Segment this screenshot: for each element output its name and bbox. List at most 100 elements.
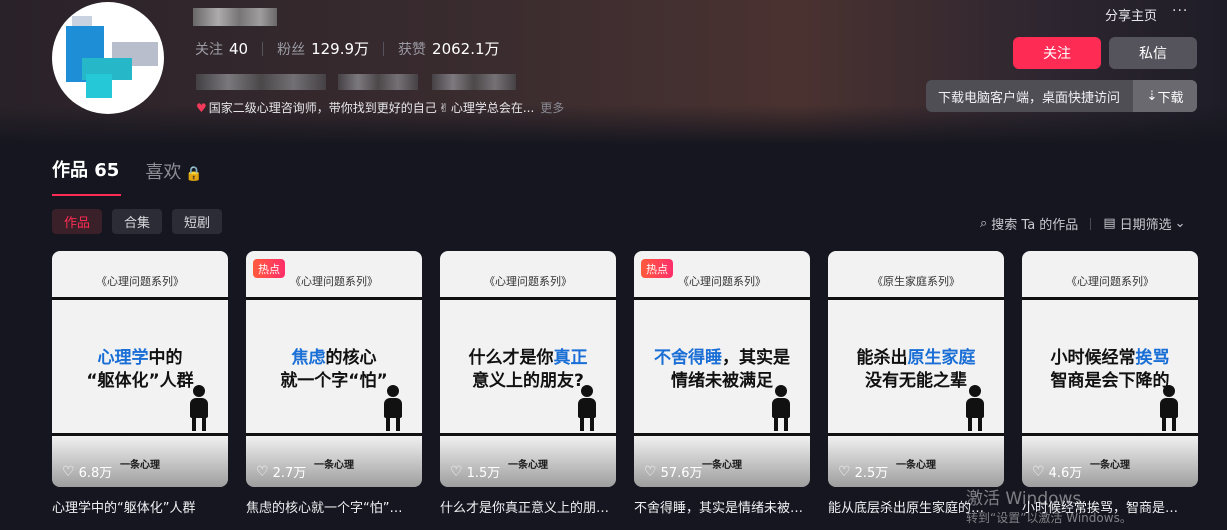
divider (52, 297, 228, 300)
download-client-text: 下载电脑客户端，桌面快捷访问 (938, 90, 1121, 106)
video-card[interactable]: 《心理问题系列》什么才是你真正意义上的朋友?一条心理♡1.5万什么才是你真正意义… (440, 251, 616, 516)
video-thumbnail[interactable]: 《心理问题系列》小时候经常挨骂智商是会下降的一条心理♡4.6万 (1022, 251, 1198, 487)
date-filter-button[interactable]: 日期筛选 (1120, 214, 1172, 233)
follow-button[interactable]: 关注 (1013, 37, 1101, 69)
video-likes: ♡ 2.7万 (256, 462, 307, 482)
divider (246, 297, 422, 300)
works-toolbar: ⌕ 搜索 Ta 的作品 ▤ 日期筛选 ⌄ (980, 214, 1186, 233)
video-card[interactable]: 热点《心理问题系列》焦虑的核心就一个字“怕”一条心理♡2.7万焦虑的核心就一个字… (246, 251, 422, 516)
thumbnail-headline: 不舍得睡，其实是 (654, 348, 790, 368)
following-count[interactable]: 40 (229, 40, 248, 58)
download-icon: ⇣ (1146, 88, 1158, 104)
video-caption[interactable]: 不舍得睡，其实是情绪未被满足… (634, 497, 810, 516)
share-profile-button[interactable]: 分享主页 (1105, 5, 1157, 24)
windows-activation-hint: 转到“设置”以激活 Windows。 (966, 511, 1132, 525)
id-blurred (432, 74, 516, 90)
person-silhouette-icon (184, 385, 214, 431)
following-label: 关注 (195, 41, 223, 58)
divider (383, 41, 385, 56)
person-silhouette-icon (766, 385, 796, 431)
divider (440, 297, 616, 300)
series-label: 《心理问题系列》 (290, 275, 378, 288)
video-thumbnail[interactable]: 《心理问题系列》什么才是你真正意义上的朋友?一条心理♡1.5万 (440, 251, 616, 487)
video-caption[interactable]: 什么才是你真正意义上的朋友… (440, 497, 616, 516)
bio-more-link[interactable]: 更多 (540, 99, 564, 116)
heart-outline-icon: ♡ (1032, 463, 1045, 480)
series-label: 《原生家庭系列》 (872, 275, 960, 288)
followers-label: 粉丝 (277, 41, 306, 58)
more-options-icon[interactable]: ··· (1172, 3, 1188, 19)
person-silhouette-icon (572, 385, 602, 431)
video-grid: 《心理问题系列》心理学中的“躯体化”人群一条心理♡6.8万心理学中的“躯体化”人… (52, 251, 1216, 516)
series-label: 《心理问题系列》 (678, 275, 766, 288)
lock-icon: 🔒 (185, 166, 203, 182)
person-silhouette-icon (960, 385, 990, 431)
likes-label: 获赞 (398, 41, 427, 58)
chevron-down-icon: ⌄ (1174, 216, 1186, 231)
video-likes: ♡ 4.6万 (1032, 462, 1083, 482)
tab-likes[interactable]: 喜欢 🔒 (145, 158, 202, 196)
video-thumbnail[interactable]: 《原生家庭系列》能杀出原生家庭没有无能之辈一条心理♡2.5万 (828, 251, 1004, 487)
heart-outline-icon: ♡ (450, 463, 463, 480)
like-count: 2.7万 (272, 466, 307, 481)
avatar[interactable] (52, 2, 164, 114)
windows-activation-watermark: 激活 Windows (966, 489, 1082, 509)
video-thumbnail[interactable]: 热点《心理问题系列》不舍得睡，其实是情绪未被满足一条心理♡57.6万 (634, 251, 810, 487)
message-button[interactable]: 私信 (1109, 37, 1197, 69)
download-button-label: 下载 (1157, 90, 1184, 106)
filter-collections[interactable]: 合集 (112, 209, 163, 234)
id-blurred (338, 74, 418, 90)
video-likes: ♡ 1.5万 (450, 462, 501, 482)
profile-tabs: 作品 65 喜欢 🔒 (52, 156, 203, 196)
like-count: 2.5万 (854, 466, 889, 481)
bio-text: 国家二级心理咨询师，带你找到更好的自己 (208, 101, 437, 115)
thumbnail-headline: 小时候经常挨骂 (1050, 348, 1170, 368)
like-count: 57.6万 (660, 466, 703, 481)
heart-icon: ♥ (196, 100, 207, 115)
tab-likes-label: 喜欢 (145, 162, 182, 183)
search-icon: ⌕ (980, 216, 988, 231)
divider (634, 297, 810, 300)
download-button[interactable]: ⇣ 下载 (1133, 80, 1197, 112)
heart-outline-icon: ♡ (644, 463, 657, 480)
thumbnail-headline: 心理学中的 (97, 348, 183, 368)
like-count: 1.5万 (466, 466, 501, 481)
username-blurred (193, 8, 277, 26)
download-client-banner: 下载电脑客户端，桌面快捷访问 ⇣ 下载 (926, 80, 1197, 112)
video-caption[interactable]: 心理学中的“躯体化”人群 (52, 497, 228, 516)
like-count: 4.6万 (1048, 466, 1083, 481)
bio-text-tail: 心理学总会在... (450, 101, 535, 115)
video-card[interactable]: 《心理问题系列》小时候经常挨骂智商是会下降的一条心理♡4.6万小时候经常挨骂，智… (1022, 251, 1198, 516)
series-label: 《心理问题系列》 (484, 275, 572, 288)
thumbnail-headline: 焦虑的核心 (291, 348, 377, 368)
heart-outline-icon: ♡ (62, 463, 75, 480)
content-filter-chips: 作品 合集 短剧 (52, 209, 232, 234)
person-silhouette-icon (1154, 385, 1184, 431)
video-card[interactable]: 《心理问题系列》心理学中的“躯体化”人群一条心理♡6.8万心理学中的“躯体化”人… (52, 251, 228, 516)
video-likes: ♡ 6.8万 (62, 462, 113, 482)
divider (1022, 297, 1198, 300)
video-caption[interactable]: 焦虑的核心就一个字“怕”… (246, 497, 422, 516)
video-card[interactable]: 《原生家庭系列》能杀出原生家庭没有无能之辈一条心理♡2.5万能从底层杀出原生家庭… (828, 251, 1004, 516)
followers-count[interactable]: 129.9万 (311, 38, 369, 59)
like-count: 6.8万 (78, 466, 113, 481)
video-likes: ♡ 57.6万 (644, 462, 703, 482)
filter-works[interactable]: 作品 (52, 209, 103, 234)
divider (828, 297, 1004, 300)
series-label: 《心理问题系列》 (1066, 275, 1154, 288)
id-blurred (196, 74, 326, 90)
thumbnail-headline: 什么才是你真正 (468, 348, 588, 368)
video-likes: ♡ 2.5万 (838, 462, 889, 482)
video-thumbnail[interactable]: 热点《心理问题系列》焦虑的核心就一个字“怕”一条心理♡2.7万 (246, 251, 422, 487)
calendar-icon: ▤ (1103, 216, 1116, 231)
thumbnail-headline: 能杀出原生家庭 (856, 348, 976, 368)
search-works-button[interactable]: 搜索 Ta 的作品 (991, 214, 1078, 233)
divider (1090, 217, 1092, 230)
profile-bio: ♥ 国家二级心理咨询师，带你找到更好的自己 ✌ 心理学总会在... 更多 (196, 99, 564, 116)
heart-outline-icon: ♡ (256, 463, 269, 480)
video-thumbnail[interactable]: 《心理问题系列》心理学中的“躯体化”人群一条心理♡6.8万 (52, 251, 228, 487)
tab-works[interactable]: 作品 65 (52, 156, 122, 196)
video-card[interactable]: 热点《心理问题系列》不舍得睡，其实是情绪未被满足一条心理♡57.6万不舍得睡，其… (634, 251, 810, 516)
likes-count: 2062.1万 (432, 40, 500, 58)
filter-short-dramas[interactable]: 短剧 (172, 209, 223, 234)
